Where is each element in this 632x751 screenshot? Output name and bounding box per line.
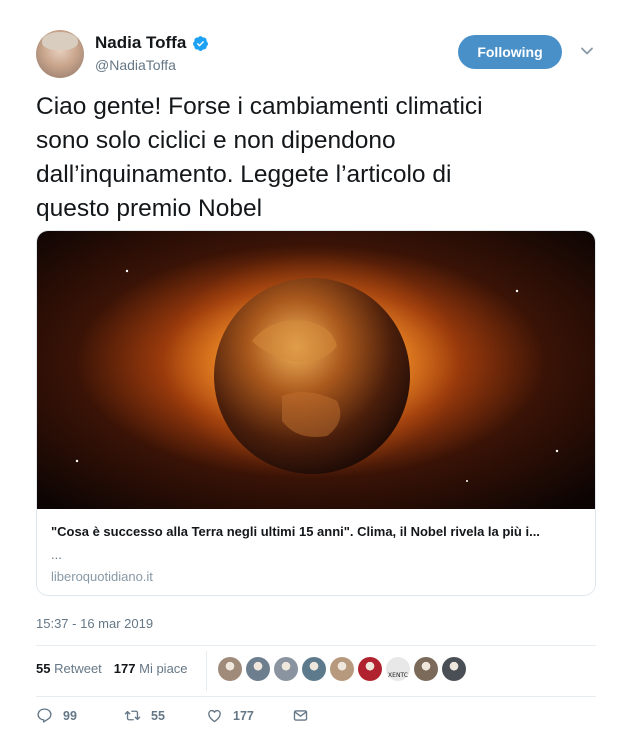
- author-avatar[interactable]: [36, 30, 84, 78]
- tweet-stats: 55 Retweet 177 Mi piace: [36, 661, 188, 676]
- card-title[interactable]: "Cosa è successo alla Terra negli ultimi…: [51, 524, 581, 539]
- heart-icon: [208, 709, 221, 723]
- link-card[interactable]: "Cosa è successo alla Terra negli ultimi…: [36, 230, 596, 596]
- like-button[interactable]: 177: [206, 707, 292, 724]
- liker-avatars: XENTC: [218, 657, 466, 681]
- card-description: ...: [51, 547, 62, 562]
- retweet-count: 55: [151, 708, 165, 723]
- tweet-timestamp[interactable]: 15:37 - 16 mar 2019: [36, 616, 153, 631]
- following-button[interactable]: Following: [458, 35, 562, 69]
- reply-icon: [37, 708, 52, 723]
- like-count: 177: [233, 708, 254, 723]
- tweet-text: Ciao gente! Forse i cambiamenti climatic…: [36, 93, 483, 222]
- logo-avatar[interactable]: XENTC: [386, 657, 410, 681]
- user-avatar[interactable]: [218, 657, 242, 681]
- user-avatar[interactable]: [442, 657, 466, 681]
- retweet-icon: [124, 710, 141, 721]
- direct-message-button[interactable]: [292, 707, 309, 724]
- stats-separator: [206, 651, 207, 691]
- reply-count: 99: [63, 708, 77, 723]
- user-avatar[interactable]: [414, 657, 438, 681]
- user-avatar[interactable]: [246, 657, 270, 681]
- author-name-row: Nadia Toffa: [95, 33, 209, 53]
- liker-logo-text: XENTC: [388, 672, 408, 679]
- user-avatar[interactable]: [330, 657, 354, 681]
- chevron-down-icon[interactable]: [580, 44, 594, 58]
- reply-button[interactable]: 99: [36, 707, 124, 724]
- envelope-icon: [293, 710, 308, 721]
- like-stat[interactable]: 177 Mi piace: [114, 661, 188, 676]
- user-avatar[interactable]: [274, 657, 298, 681]
- card-domain: liberoquotidiano.it: [51, 569, 153, 584]
- verified-badge-icon: [193, 35, 209, 51]
- user-avatar[interactable]: [302, 657, 326, 681]
- author-display-name[interactable]: Nadia Toffa: [95, 33, 186, 53]
- rose-avatar[interactable]: [358, 657, 382, 681]
- author-handle[interactable]: @NadiaToffa: [95, 57, 176, 73]
- burning-earth-image: [37, 231, 595, 509]
- divider: [36, 696, 596, 697]
- divider: [36, 645, 596, 646]
- retweet-button[interactable]: 55: [124, 707, 206, 724]
- retweet-stat[interactable]: 55 Retweet: [36, 661, 102, 676]
- tweet-actions: 99 55 177: [36, 707, 309, 724]
